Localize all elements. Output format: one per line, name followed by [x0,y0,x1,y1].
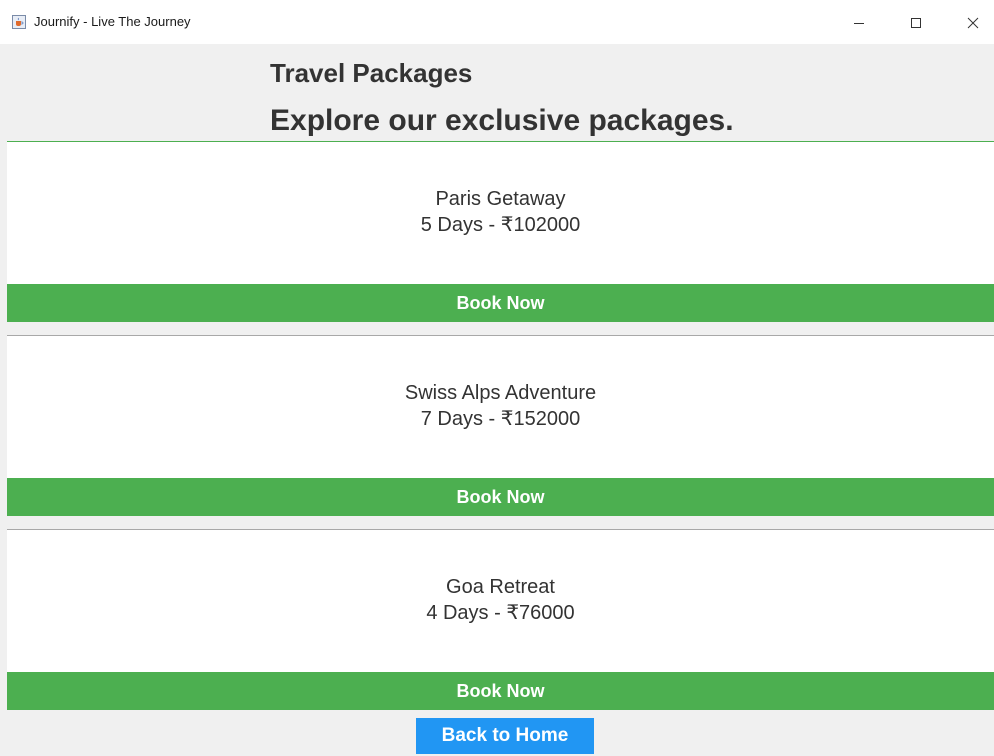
package-name: Goa Retreat [446,576,555,598]
page-header: Travel Packages Explore our exclusive pa… [0,44,994,141]
package-info: Paris Getaway 5 Days - ₹102000 [7,186,994,238]
package-card-goa: Goa Retreat 4 Days - ₹76000 Book Now [7,530,994,710]
maximize-button[interactable] [893,8,939,38]
package-details: 7 Days - ₹152000 [420,408,581,430]
close-icon [967,17,979,29]
page-title: Travel Packages [270,58,473,88]
window-title: Journify - Live The Journey [34,14,191,29]
book-now-button[interactable]: Book Now [7,284,994,322]
book-now-button[interactable]: Book Now [7,672,994,710]
close-button[interactable] [950,8,994,38]
page-subtitle: Explore our exclusive packages. [270,104,734,137]
package-card-paris: Paris Getaway 5 Days - ₹102000 Book Now [7,142,994,322]
minimize-button[interactable] [836,8,882,38]
package-details: 4 Days - ₹76000 [426,602,575,624]
java-coffee-icon [12,15,26,29]
package-name: Swiss Alps Adventure [404,382,597,404]
maximize-icon [911,18,921,28]
back-to-home-button[interactable]: Back to Home [416,718,594,754]
package-info: Goa Retreat 4 Days - ₹76000 [7,574,994,626]
window-titlebar: Journify - Live The Journey [0,0,994,44]
package-name: Paris Getaway [435,188,566,210]
package-details: 5 Days - ₹102000 [420,214,581,236]
book-now-button[interactable]: Book Now [7,478,994,516]
package-card-swiss: Swiss Alps Adventure 7 Days - ₹152000 Bo… [7,336,994,516]
minimize-icon [854,23,864,24]
package-info: Swiss Alps Adventure 7 Days - ₹152000 [7,380,994,432]
